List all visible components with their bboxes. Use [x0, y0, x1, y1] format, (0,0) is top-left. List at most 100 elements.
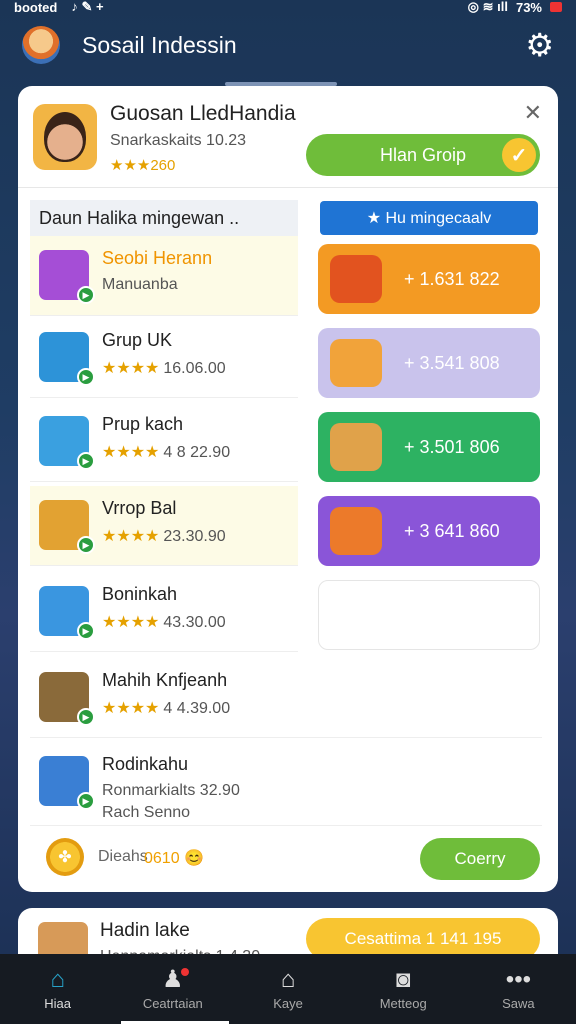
gift-box-icon — [330, 255, 382, 303]
check-icon: ✓ — [502, 138, 536, 172]
group-subtitle: Ronmarkialts 32.90 — [102, 782, 240, 799]
close-icon[interactable]: ✕ — [524, 100, 542, 126]
list-item[interactable]: ▶ Seobi Herann Manuanba — [30, 236, 298, 316]
group-rating: ★★★★ 23.30.90 — [102, 528, 226, 545]
star-icon: ★★★★ — [102, 360, 160, 377]
group-thumbnail: ▶ — [39, 672, 95, 726]
join-group-button[interactable]: Hlan Groip ✓ — [306, 134, 540, 176]
group-thumbnail: ▶ — [39, 416, 95, 470]
section-tab-button[interactable]: ★ Hu mingecaalv — [320, 201, 538, 235]
group-rating: ★★★★ 43.30.00 — [102, 614, 226, 631]
group-rating: ★★★★ 16.06.00 — [102, 360, 226, 377]
nav-label: Hiaa — [44, 995, 71, 1011]
nav-item-community[interactable]: ♟ Ceatrtaian — [115, 954, 230, 1024]
nav-item-camera[interactable]: ◙ Metteog — [346, 954, 461, 1024]
join-group-label: Hlan Groip — [379, 144, 467, 165]
group-title: Vrrop Bal — [102, 498, 177, 518]
profile-subtitle: Snarkaskaits 10.23 — [110, 132, 247, 149]
treasure-chest-icon — [330, 423, 382, 471]
group-thumbnail: ▶ — [39, 586, 95, 640]
star-icon: ★★★★ — [102, 700, 160, 717]
group-title: Seobi Herann — [102, 248, 213, 268]
profile-row: Guosan LledHandia Snarkaskaits 10.23 ★★★… — [18, 86, 558, 188]
stat-value: + 3 641 860 — [404, 520, 500, 541]
coin-label: Dieahs — [98, 848, 148, 865]
app-logo-icon — [22, 26, 60, 64]
group-title: Grup UK — [102, 330, 173, 350]
status-text: booted — [14, 0, 58, 15]
stat-card[interactable]: + 3.501 806 — [318, 412, 540, 482]
nav-label: Ceatrtaian — [142, 995, 203, 1011]
signal-icon: ◎ ≋ ıll — [467, 0, 508, 14]
stat-card[interactable]: + 1.631 822 — [318, 244, 540, 314]
mascot-icon — [330, 339, 382, 387]
list-item[interactable]: ▶ Rodinkahu Ronmarkialts 32.90 Rach Senn… — [30, 742, 542, 826]
list-item[interactable]: ▶ Prup kach ★★★★ 4 8 22.90 — [30, 402, 298, 482]
stat-card-empty — [318, 580, 540, 650]
group-title: Rodinkahu — [102, 754, 189, 774]
app-header: Sosail Indessin ⚙ — [0, 14, 576, 76]
gear-icon[interactable]: ⚙ — [525, 29, 554, 61]
section-title: Daun Halika mingewan .. — [30, 200, 298, 236]
house-icon: ⌂ — [280, 965, 296, 993]
verified-icon: ▶ — [77, 286, 95, 304]
app-title: Sosail Indessin — [82, 31, 237, 58]
group-rating: ★★★★ 4 4.39.00 — [102, 700, 231, 717]
group-rating: ★★★★ 4 8 22.90 — [102, 444, 231, 461]
profile-name: Guosan LledHandia — [110, 102, 296, 125]
verified-icon: ▶ — [77, 452, 95, 470]
list-item[interactable]: ▶ Vrrop Bal ★★★★ 23.30.90 — [30, 486, 298, 566]
star-icon: ★★★★ — [102, 528, 160, 545]
star-icon: ★★★★ — [102, 444, 160, 461]
group-title: Prup kach — [102, 414, 184, 434]
nav-item-house[interactable]: ⌂ Kaye — [230, 954, 345, 1024]
status-bar: booted ♪ ✎ + ◎ ≋ ıll 73% — [0, 0, 576, 15]
star-icon: ★★★★ — [102, 614, 160, 631]
battery-label: 73% — [515, 0, 542, 15]
list-item[interactable]: ▶ Boninkah ★★★★ 43.30.00 — [30, 572, 298, 652]
list-item[interactable]: ▶ Grup UK ★★★★ 16.06.00 — [30, 318, 298, 398]
stat-card[interactable]: + 3 641 860 — [318, 496, 540, 566]
notification-dot — [181, 968, 190, 976]
verified-icon: ▶ — [77, 792, 95, 810]
group-title: Boninkah — [102, 584, 178, 604]
group-thumbnail: ▶ — [39, 250, 95, 304]
group-subtitle: Manuanba — [102, 276, 178, 293]
nav-item-home[interactable]: ⌂ Hiaa — [0, 954, 115, 1024]
group-thumbnail: ▶ — [39, 756, 95, 810]
more-icon: ••• — [505, 965, 532, 993]
nav-label: Sawa — [502, 995, 535, 1011]
verified-icon: ▶ — [77, 622, 95, 640]
bottom-nav: ⌂ Hiaa ♟ Ceatrtaian ⌂ Kaye ◙ Metteog •••… — [0, 954, 576, 1024]
profile-rating: ★★★260 — [110, 156, 175, 174]
nav-label: Kaye — [273, 995, 303, 1011]
group-thumbnail: ▶ — [39, 332, 95, 386]
copy-button[interactable]: Coerry — [420, 838, 540, 880]
group-thumbnail: ▶ — [39, 500, 95, 554]
verified-icon: ▶ — [77, 368, 95, 386]
stat-value: + 3.541 808 — [404, 352, 500, 373]
home-icon: ⌂ — [50, 965, 65, 993]
coin-value: 0610 😊 — [144, 850, 204, 867]
stat-card[interactable]: + 3.541 808 — [318, 328, 540, 398]
avatar — [33, 104, 97, 170]
star-icon: ★★★ — [110, 157, 151, 174]
footer-row: ✤ Dieahs 0610 😊 Coerry — [18, 826, 558, 886]
group-card: Guosan LledHandia Snarkaskaits 10.23 ★★★… — [18, 86, 558, 892]
group-title: Mahih Knfjeanh — [102, 670, 228, 690]
verified-icon: ▶ — [77, 708, 95, 726]
card2-title: Hadin lake — [100, 920, 190, 941]
notification-icon: ♪ ✎ + — [71, 0, 104, 14]
stat-value: + 3.501 806 — [404, 436, 500, 457]
list-item[interactable]: ▶ Mahih Knfjeanh ★★★★ 4 4.39.00 — [30, 658, 542, 738]
robot-icon — [330, 507, 382, 555]
verified-icon: ▶ — [77, 536, 95, 554]
group-subtitle-2: Rach Senno — [102, 804, 191, 821]
battery-icon — [550, 2, 562, 12]
camera-icon: ◙ — [395, 965, 411, 993]
clover-coin-icon: ✤ — [46, 838, 84, 876]
rating-value: 260 — [150, 157, 176, 174]
stat-value: + 1.631 822 — [404, 268, 500, 289]
nav-label: Metteog — [379, 995, 427, 1011]
nav-item-more[interactable]: ••• Sawa — [461, 954, 576, 1024]
